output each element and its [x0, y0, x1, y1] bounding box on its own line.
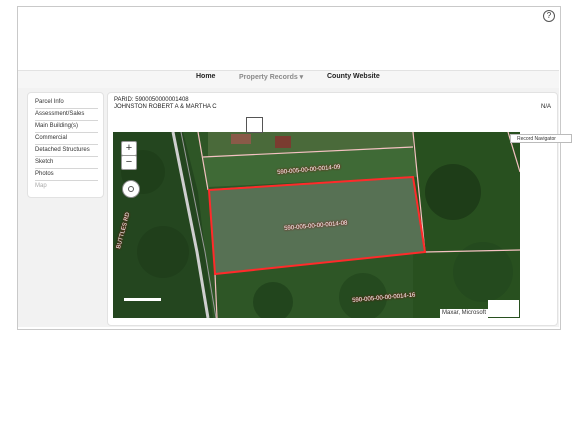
map-marker-box[interactable] — [246, 117, 263, 133]
owner-name: JOHNSTON ROBERT A & MARTHA C — [114, 104, 217, 110]
overview-map-toggle[interactable] — [488, 300, 519, 317]
map-attribution: Maxar, Microsoft — [440, 309, 488, 318]
scale-bar — [124, 298, 161, 301]
sidebar-item-parcel-info[interactable]: Parcel Info — [35, 97, 98, 109]
help-icon[interactable]: ? — [543, 10, 555, 22]
zoom-out-button[interactable]: − — [121, 155, 137, 170]
parcel-id: PARID: 5900050000001408 — [114, 97, 189, 103]
sidebar-item-assessment-sales[interactable]: Assessment/Sales — [35, 109, 98, 121]
sidebar-item-sketch[interactable]: Sketch — [35, 157, 98, 169]
nav-county-website[interactable]: County Website — [327, 73, 380, 80]
sidebar-item-commercial[interactable]: Commercial — [35, 133, 98, 145]
nav-property-records[interactable]: Property Records ▾ — [239, 73, 303, 81]
zoom-in-button[interactable]: + — [121, 141, 137, 156]
locate-icon[interactable] — [122, 180, 140, 198]
sidebar-item-map: Map — [35, 183, 47, 189]
parcel-status-value: N/A — [541, 104, 552, 110]
sidebar-item-detached-structures[interactable]: Detached Structures — [35, 145, 98, 157]
nav-home[interactable]: Home — [196, 73, 215, 80]
sidebar-item-main-buildings[interactable]: Main Building(s) — [35, 121, 98, 133]
record-navigator-button[interactable]: Record Navigator — [510, 134, 572, 143]
sidebar-item-photos[interactable]: Photos — [35, 169, 98, 181]
